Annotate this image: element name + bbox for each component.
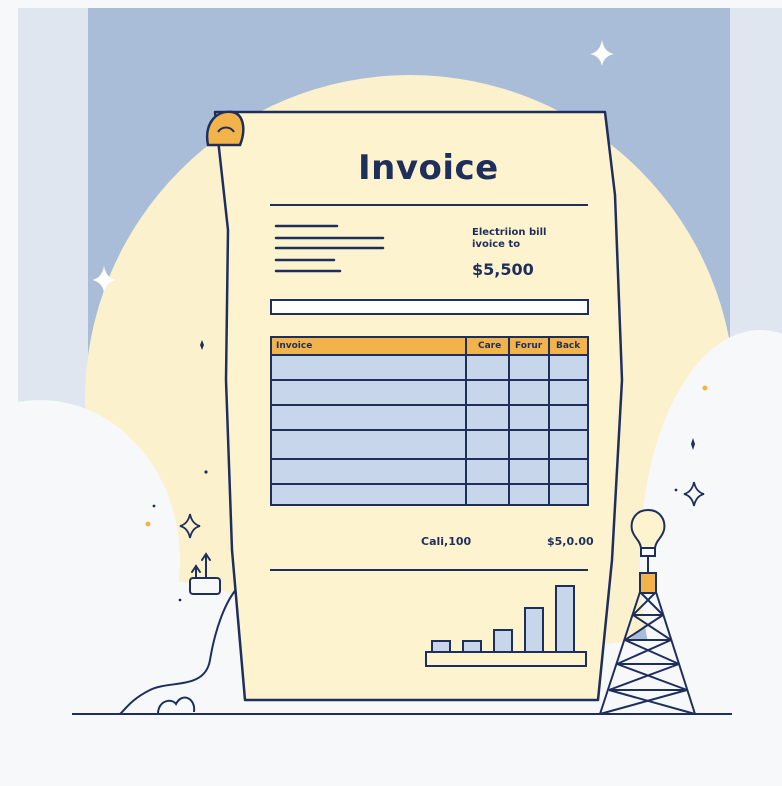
sparkle-dot bbox=[145, 521, 151, 527]
invoice-title: Invoice bbox=[358, 148, 499, 188]
chart-platform bbox=[425, 651, 587, 667]
invoice-table bbox=[270, 336, 589, 506]
chart-bar bbox=[431, 640, 451, 653]
chart-bar bbox=[493, 629, 513, 653]
bill-subtitle: ivoice to bbox=[472, 239, 521, 250]
chart-bar bbox=[524, 607, 544, 653]
sparkle-dot bbox=[204, 470, 208, 474]
sparkle-dot bbox=[674, 488, 678, 492]
table-header-invoice: Invoice bbox=[276, 341, 313, 351]
bill-amount: $5,500 bbox=[472, 260, 534, 279]
sparkle-dot bbox=[152, 504, 156, 508]
chart-bar bbox=[555, 585, 575, 653]
summary-label: Cali,100 bbox=[421, 535, 472, 548]
table-header-care: Care bbox=[478, 341, 502, 351]
sky-side-left bbox=[18, 8, 88, 428]
chart-bar bbox=[462, 640, 482, 653]
illustration-scene bbox=[0, 8, 782, 786]
sparkle-dot bbox=[178, 598, 182, 602]
blank-bar bbox=[270, 299, 589, 315]
sparkle-dot bbox=[702, 385, 708, 391]
summary-value: $5,0.00 bbox=[547, 535, 594, 548]
bill-title: Electriion bill bbox=[472, 227, 547, 238]
tower-cap bbox=[639, 572, 657, 594]
table-header-back: Back bbox=[556, 341, 581, 351]
table-header-forur: Forur bbox=[515, 341, 543, 351]
